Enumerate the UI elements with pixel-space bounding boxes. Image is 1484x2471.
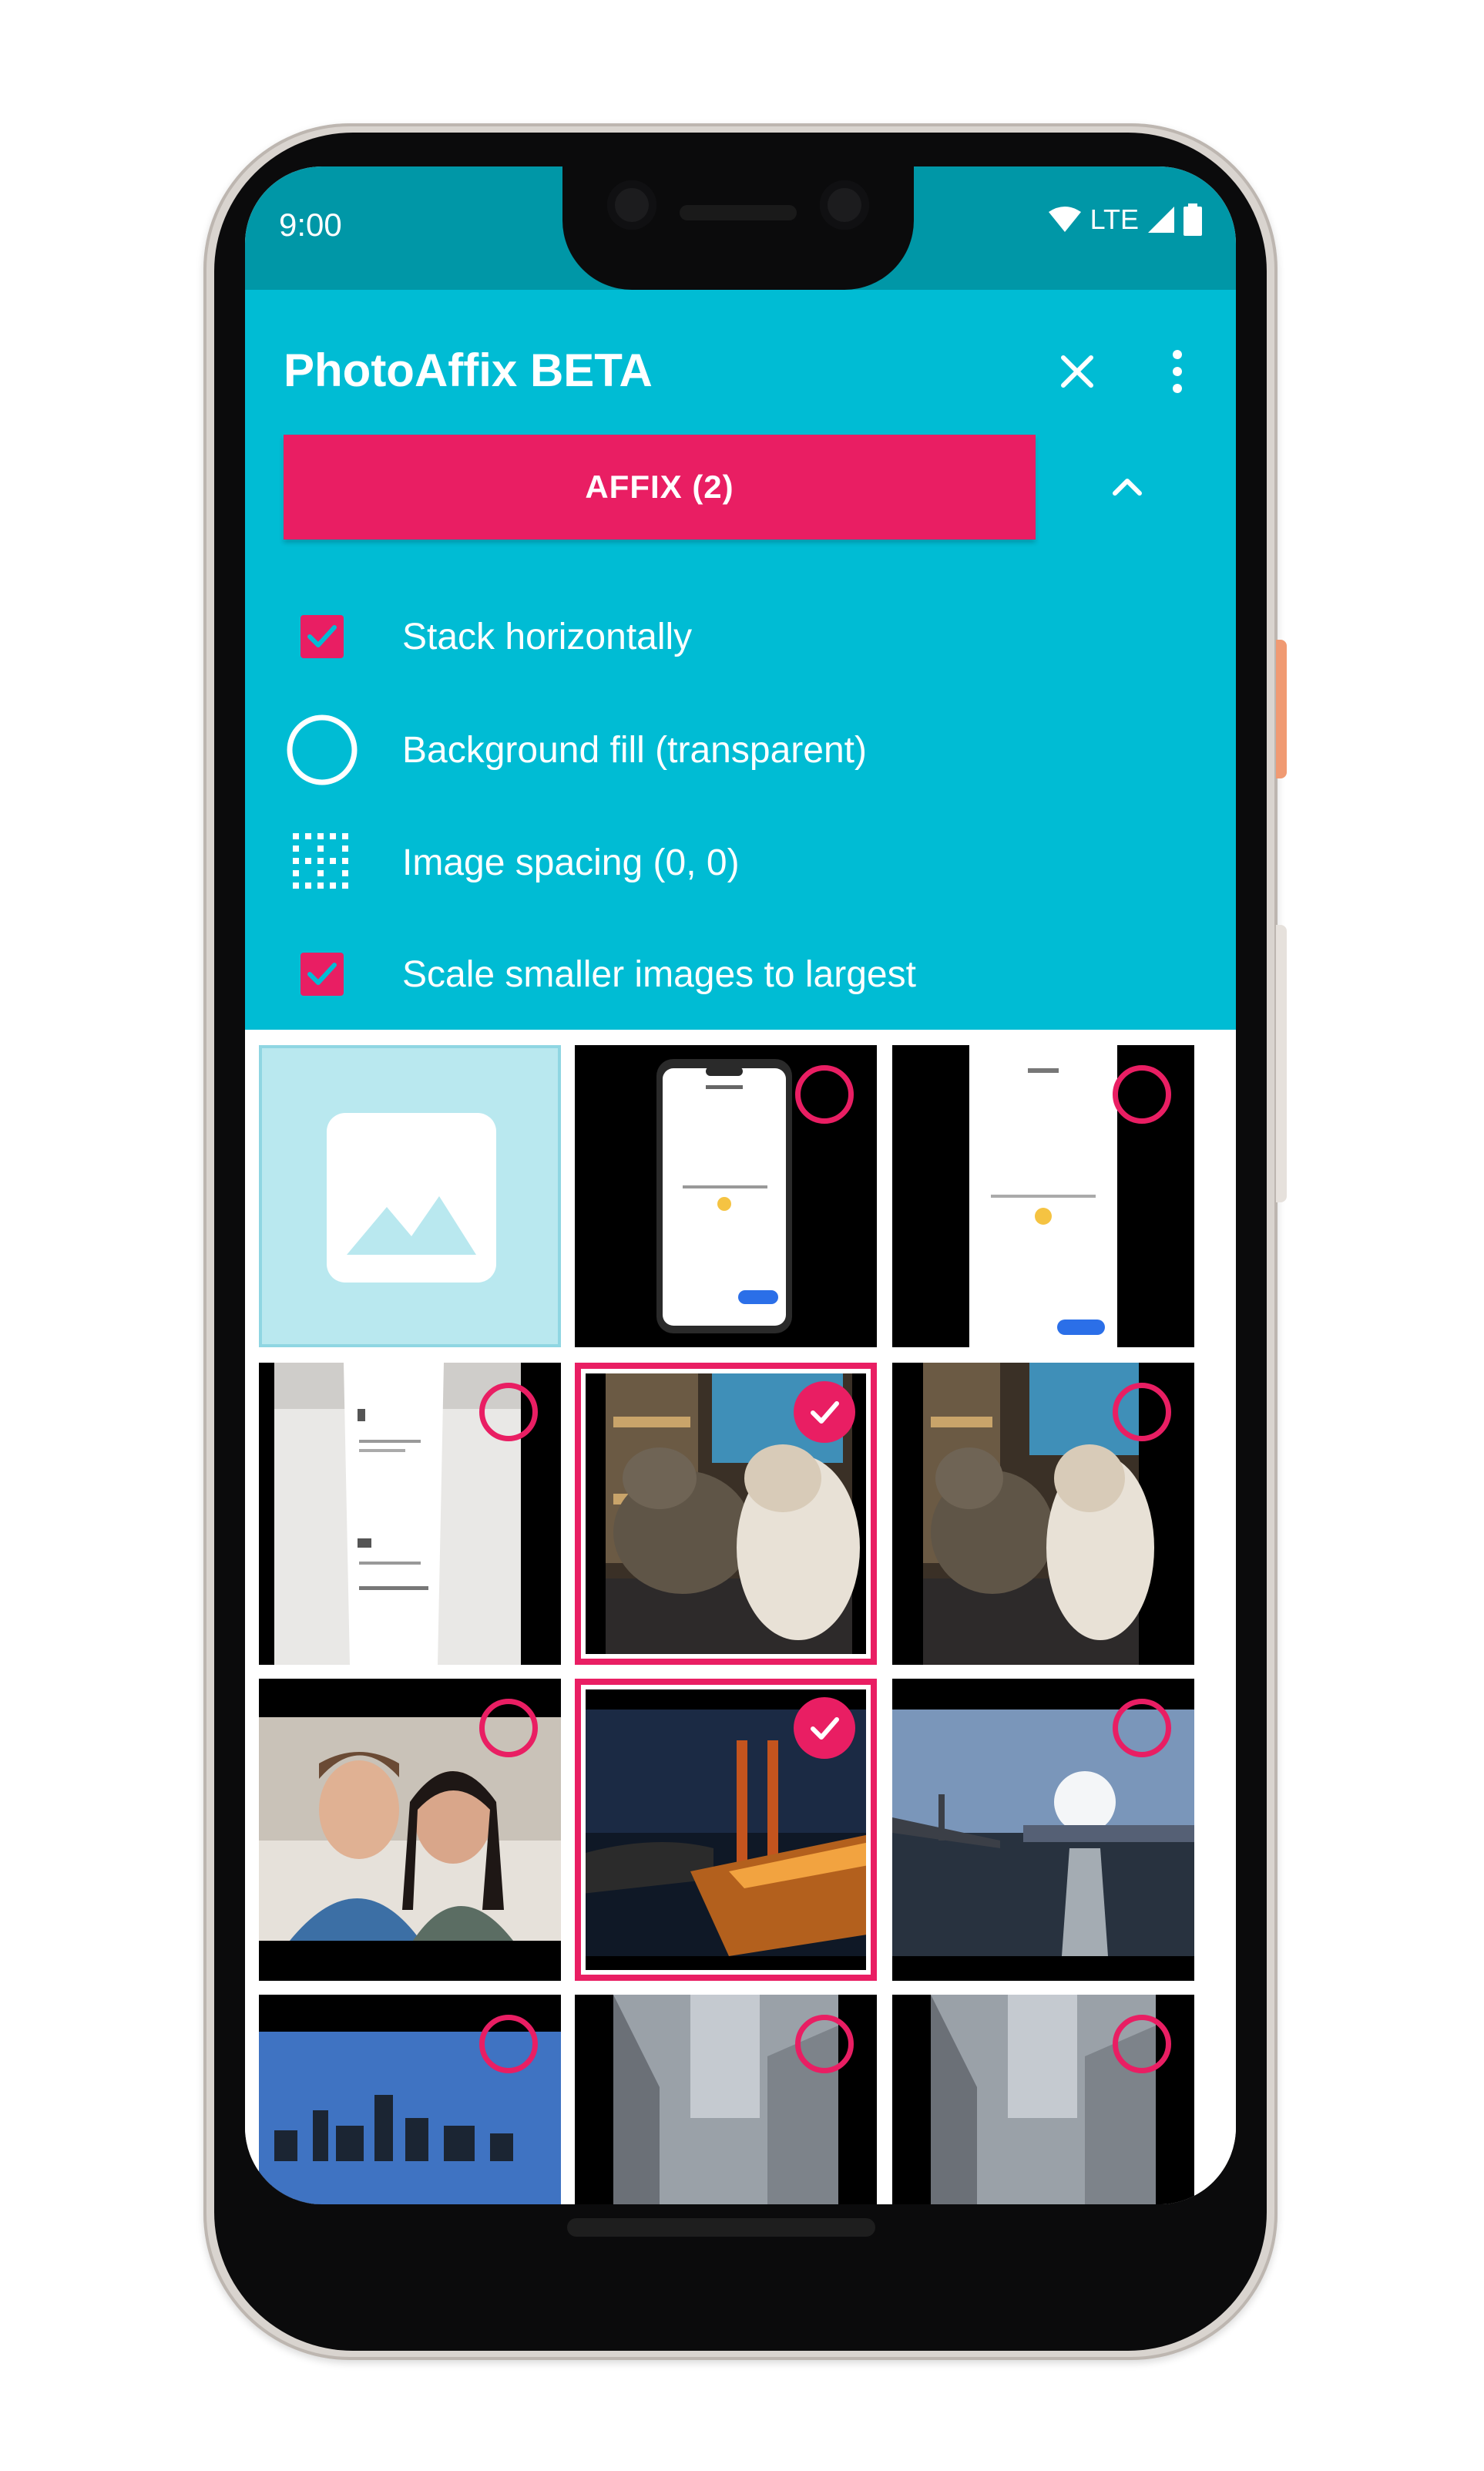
selection-toggle[interactable]	[1113, 1699, 1171, 1757]
image-tile[interactable]	[259, 1995, 561, 2204]
checkbox-checked-icon	[300, 953, 344, 996]
network-type: LTE	[1089, 203, 1139, 235]
image-tile-placeholder[interactable]	[259, 1045, 561, 1347]
earpiece-speaker	[680, 205, 797, 220]
check-icon	[811, 1717, 839, 1740]
status-bar: 9:00 LTE	[245, 166, 1236, 290]
selection-toggle[interactable]	[479, 1699, 538, 1757]
app-title: PhotoAffix BETA	[284, 345, 653, 396]
more-options-button[interactable]	[1154, 341, 1200, 402]
image-tile[interactable]	[259, 1363, 561, 1665]
status-time: 9:00	[279, 207, 342, 243]
check-icon	[811, 1401, 839, 1424]
screen: 9:00 LTE PhotoAffix BETA AFFIX (2) Stack…	[245, 166, 1236, 2204]
image-tile[interactable]	[892, 1045, 1194, 1347]
image-tile-selected[interactable]	[575, 1363, 877, 1665]
chevron-up-icon	[1113, 479, 1142, 496]
option-scale-smaller-images[interactable]: Scale smaller images to largest	[276, 928, 1200, 1020]
selection-toggle-checked[interactable]	[794, 1697, 855, 1759]
image-tile[interactable]	[575, 1995, 877, 2204]
checkbox-checked-icon	[300, 615, 344, 658]
selection-toggle[interactable]	[1113, 2015, 1171, 2073]
image-tile[interactable]	[892, 1995, 1194, 2204]
selection-toggle[interactable]	[479, 2015, 538, 2073]
image-placeholder-icon	[327, 1113, 496, 1283]
app-options-panel: PhotoAffix BETA AFFIX (2) Stack horizont…	[245, 290, 1236, 1030]
bottom-speaker	[567, 2218, 875, 2237]
option-label: Stack horizontally	[402, 616, 693, 657]
selection-toggle-checked[interactable]	[794, 1381, 855, 1443]
image-tile[interactable]	[575, 1045, 877, 1347]
option-stack-horizontally[interactable]: Stack horizontally	[276, 590, 1200, 683]
display-notch	[562, 166, 914, 290]
close-icon	[1061, 355, 1093, 388]
selection-toggle[interactable]	[1113, 1065, 1171, 1124]
volume-button	[1276, 925, 1287, 1202]
selection-toggle[interactable]	[795, 2015, 854, 2073]
front-camera-right	[820, 180, 869, 230]
dotted-grid-icon	[293, 833, 348, 889]
option-label: Background fill (transparent)	[402, 729, 867, 771]
option-label: Scale smaller images to largest	[402, 953, 916, 995]
selection-toggle[interactable]	[479, 1383, 538, 1441]
signal-icon	[1148, 207, 1174, 233]
selection-toggle[interactable]	[1113, 1383, 1171, 1441]
battery-icon	[1184, 203, 1202, 236]
image-tile-selected[interactable]	[575, 1679, 877, 1981]
selection-toggle[interactable]	[795, 1065, 854, 1124]
image-tile[interactable]	[892, 1679, 1194, 1981]
image-tile[interactable]	[892, 1363, 1194, 1665]
more-vert-icon	[1173, 350, 1182, 393]
circle-outline-icon	[287, 714, 358, 785]
collapse-options-button[interactable]	[1093, 452, 1162, 521]
front-camera-left	[607, 180, 656, 230]
image-grid	[245, 1030, 1236, 2204]
wifi-icon	[1048, 207, 1081, 232]
status-icons: LTE	[1047, 203, 1202, 236]
affix-button[interactable]: AFFIX (2)	[284, 435, 1036, 540]
option-label: Image spacing (0, 0)	[402, 842, 740, 883]
option-image-spacing[interactable]: Image spacing (0, 0)	[276, 816, 1200, 909]
option-background-fill[interactable]: Background fill (transparent)	[276, 704, 1200, 796]
close-button[interactable]	[1046, 341, 1108, 402]
power-button	[1276, 640, 1287, 778]
image-tile[interactable]	[259, 1679, 561, 1981]
